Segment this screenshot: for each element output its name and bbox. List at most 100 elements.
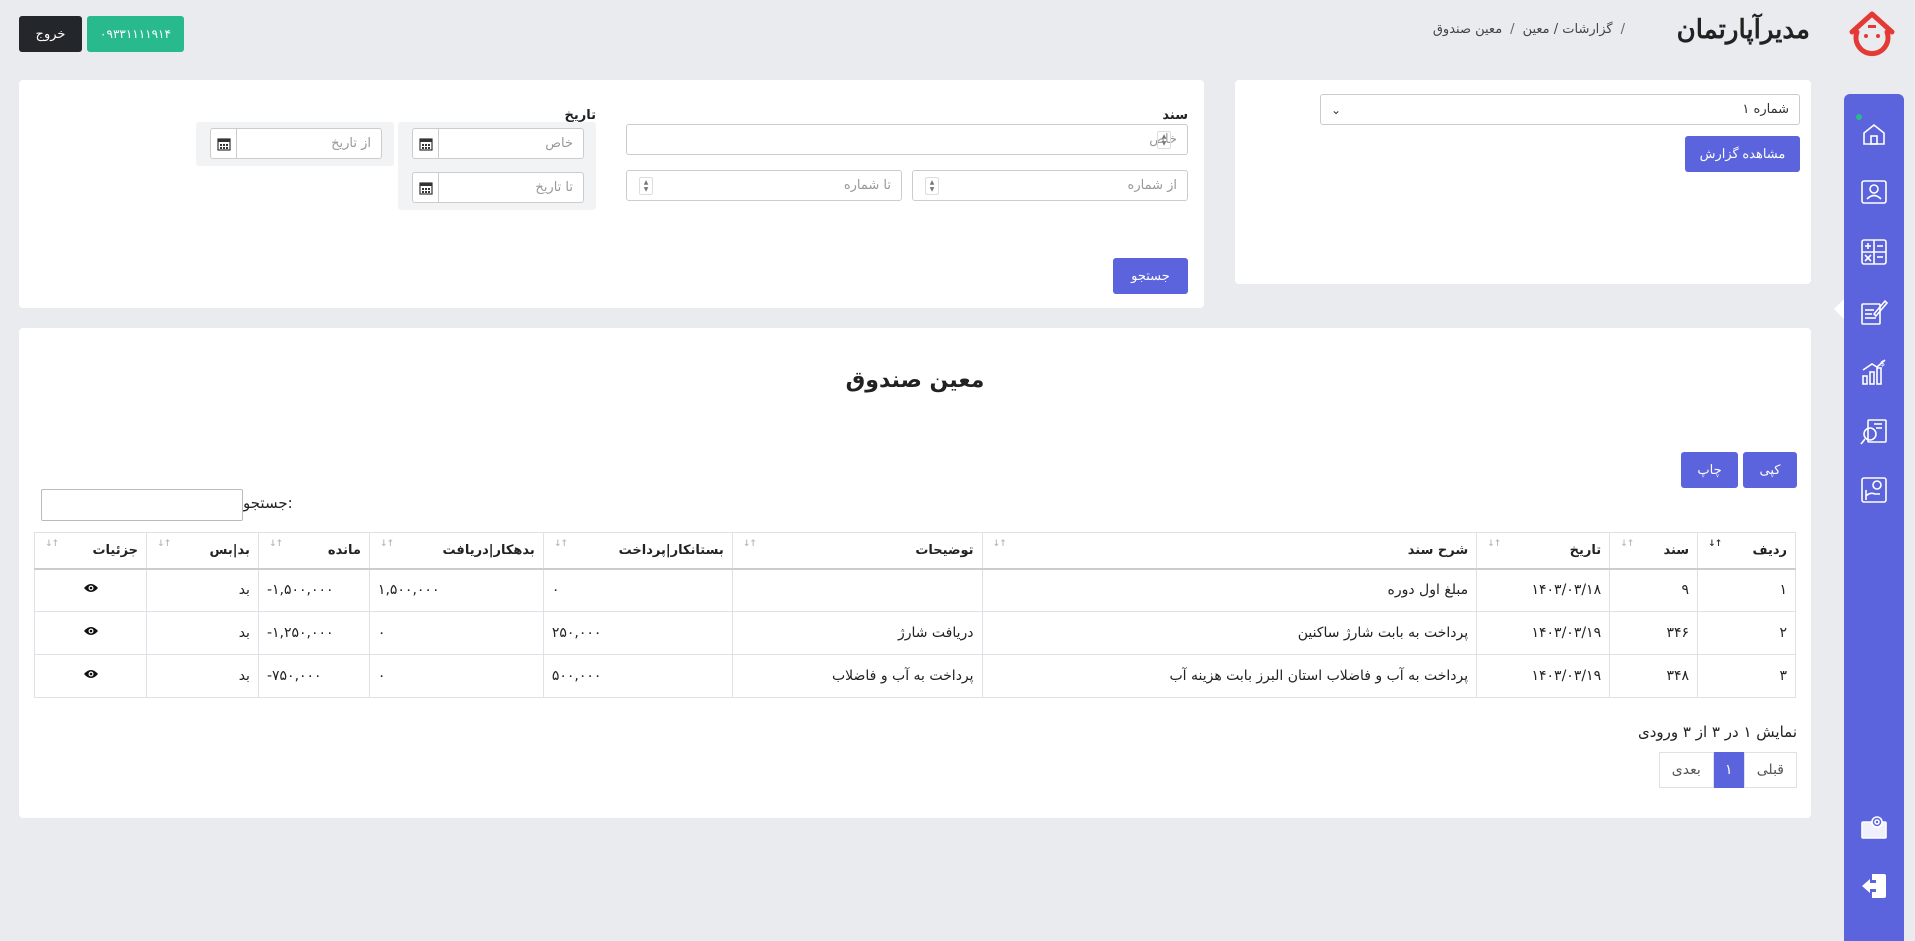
table-header-row: ردیف ↑↓ سند ↑↓ تاریخ ↑↓ شرح سند ↑↓ توضیحات ↑↓… (33, 532, 1796, 570)
sort-icon[interactable]: ↑↓ (157, 539, 171, 549)
pagination: قبلی ۱ بعدی (1658, 752, 1797, 788)
exit-icon[interactable] (1858, 870, 1890, 902)
sort-icon[interactable]: ↑↓ (1620, 539, 1634, 549)
column-header[interactable]: شرح سند ↑↓ (981, 532, 1478, 570)
column-header[interactable]: توضیحات ↑↓ (731, 532, 983, 570)
cell-type: بد (146, 611, 259, 655)
cell-debit: ۰ (368, 654, 544, 698)
ledger-table: ردیف ↑↓ سند ↑↓ تاریخ ↑↓ شرح سند ↑↓ توضیحات ↑↓… (33, 532, 1796, 698)
column-header[interactable]: مانده ↑↓ (257, 532, 370, 570)
column-header[interactable]: تاریخ ↑↓ (1476, 532, 1611, 570)
calendar-icon[interactable] (413, 129, 439, 158)
table-search-label: جستجو: (243, 494, 293, 512)
breadcrumb-current: معین صندوق (1432, 22, 1503, 37)
cell-credit: ۰ (542, 568, 733, 612)
cell-credit: ۲۵۰,۰۰۰ (542, 611, 733, 655)
eye-icon[interactable] (83, 668, 99, 684)
sort-icon[interactable]: ↑↓ (45, 539, 59, 549)
search-button[interactable]: جستجو (1113, 258, 1188, 294)
report-search-icon[interactable] (1858, 416, 1890, 448)
cell-date: ۱۴۰۳/۰۳/۱۹ (1476, 611, 1611, 655)
date-label: تاریخ (564, 108, 597, 123)
sort-icon[interactable]: ↑↓ (380, 539, 394, 549)
doc-from-input[interactable]: از شماره ▲ ▼ (912, 170, 1188, 201)
table-search-input[interactable] (41, 489, 243, 521)
stepper-icon[interactable]: ▲ ▼ (925, 177, 939, 195)
calendar-icon[interactable] (211, 129, 237, 158)
cell-doc: ۹ (1609, 568, 1699, 612)
print-button[interactable]: چاپ (1681, 452, 1738, 488)
fund-select[interactable]: شماره ۱ ⌄ (1320, 94, 1800, 125)
hand-money-icon[interactable] (1858, 474, 1890, 506)
calculator-icon[interactable] (1858, 236, 1890, 268)
doc-from-placeholder: از شماره (1127, 178, 1177, 193)
sort-icon[interactable]: ↑↓ (743, 539, 757, 549)
page-title: معین صندوق (845, 368, 985, 393)
cell-row: ۱ (1697, 568, 1796, 612)
column-header[interactable]: بد|بس ↑↓ (146, 532, 259, 570)
column-header[interactable]: بستانکار|پرداخت ↑↓ (542, 532, 733, 570)
stepper-icon[interactable]: ▲ ▼ (639, 177, 653, 195)
logo-icon (1846, 8, 1898, 60)
stepper-icon[interactable]: ▲ ▼ (1157, 131, 1171, 149)
home-icon[interactable] (1858, 118, 1890, 150)
cell-doc: ۳۴۸ (1609, 654, 1699, 698)
svg-text:$: $ (1880, 359, 1885, 368)
eye-icon[interactable] (83, 582, 99, 598)
doc-specific-input[interactable]: خاص ▲ ▼ (626, 124, 1188, 155)
column-header[interactable]: جزئیات ↑↓ (33, 532, 148, 570)
page-1-button[interactable]: ۱ (1713, 752, 1744, 788)
date-from-input[interactable]: از تاریخ (210, 128, 382, 159)
column-header[interactable]: بدهکار|دریافت ↑↓ (368, 532, 544, 570)
cell-date: ۱۴۰۳/۰۳/۱۹ (1476, 654, 1611, 698)
view-report-button[interactable]: مشاهده گزارش (1685, 136, 1800, 172)
cell-desc: پرداخت به آب و فاضلاب استان البرز بابت ه… (981, 654, 1478, 698)
date-specific-placeholder: خاص (545, 136, 573, 151)
column-header[interactable]: سند ↑↓ (1609, 532, 1699, 570)
chart-growth-icon[interactable]: $ (1858, 356, 1890, 388)
cell-row: ۲ (1697, 611, 1796, 655)
cell-details (33, 654, 148, 698)
sort-icon[interactable]: ↑↓ (269, 539, 283, 549)
cell-notes (731, 568, 983, 612)
cell-desc: مبلغ اول دوره (981, 568, 1478, 612)
date-from-placeholder: از تاریخ (331, 136, 371, 151)
sort-icon[interactable]: ↑↓ (1708, 539, 1722, 549)
cell-type: بد (146, 654, 259, 698)
doc-to-input[interactable]: تا شماره ▲ ▼ (626, 170, 902, 201)
prev-page-button[interactable]: قبلی (1743, 752, 1797, 788)
cell-balance: -۱,۲۵۰,۰۰۰ (257, 611, 370, 655)
column-header[interactable]: ردیف ↑↓ (1697, 532, 1796, 570)
date-range-group: خاص تا تاریخ (398, 122, 596, 210)
chevron-down-icon: ⌄ (1331, 102, 1342, 117)
date-to-input[interactable]: تا تاریخ (412, 172, 584, 203)
cell-desc: پرداخت به بابت شارژ ساکنین (981, 611, 1478, 655)
cell-credit: ۵۰۰,۰۰۰ (542, 654, 733, 698)
doc-to-placeholder: تا شماره (843, 178, 891, 193)
date-specific-input[interactable]: خاص (412, 128, 584, 159)
cell-details (33, 568, 148, 612)
sort-icon[interactable]: ↑↓ (993, 539, 1007, 549)
breadcrumb: / گزارشات / معین / معین صندوق (1432, 22, 1625, 37)
sort-icon[interactable]: ↑↓ (554, 539, 568, 549)
phone-button[interactable]: ۰۹۳۳۱۱۱۱۹۱۴ (87, 16, 184, 52)
doc-label: سند (1162, 108, 1188, 123)
cell-notes: پرداخت به آب و فاضلاب (731, 654, 983, 698)
date-from-group: از تاریخ (196, 122, 394, 166)
breadcrumb-item[interactable]: گزارشات / معین (1523, 22, 1613, 37)
eye-icon[interactable] (83, 625, 99, 641)
next-page-button[interactable]: بعدی (1658, 752, 1714, 788)
brand-name: مدیرآپارتمان (1676, 15, 1811, 45)
table-row: ۱ ۹ ۱۴۰۳/۰۳/۱۸ مبلغ اول دوره ۰ ۱,۵۰۰,۰۰۰… (33, 568, 1796, 612)
table-row: ۳ ۳۴۸ ۱۴۰۳/۰۳/۱۹ پرداخت به آب و فاضلاب ا… (33, 654, 1796, 698)
settings-envelope-icon[interactable] (1858, 812, 1890, 844)
date-to-placeholder: تا تاریخ (535, 180, 573, 195)
logout-button[interactable]: خروج (19, 16, 82, 52)
copy-button[interactable]: کپی (1743, 452, 1797, 488)
user-card-icon[interactable] (1858, 176, 1890, 208)
document-edit-icon[interactable] (1858, 296, 1890, 328)
calendar-icon[interactable] (413, 173, 439, 202)
table-info: نمایش ۱ در ۳ از ۳ ورودی (1637, 723, 1797, 741)
sort-icon[interactable]: ↑↓ (1487, 539, 1501, 549)
filter-card: سند خاص ▲ ▼ از شماره ▲ ▼ تا شماره ▲ ▼ تاریخ… (19, 80, 1204, 308)
